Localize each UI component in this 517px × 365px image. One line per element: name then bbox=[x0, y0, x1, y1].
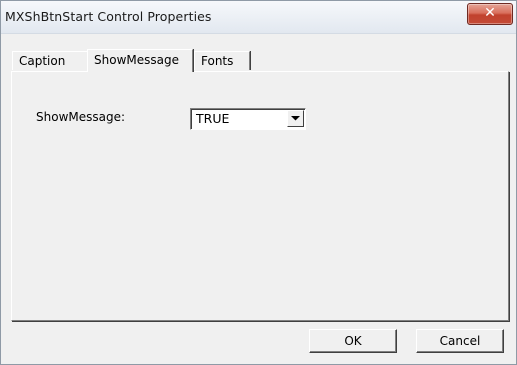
tab-panel-showmessage: ShowMessage: TRUE bbox=[11, 71, 509, 321]
close-button[interactable]: ✕ bbox=[467, 3, 513, 25]
showmessage-select[interactable]: TRUE bbox=[190, 108, 306, 130]
showmessage-label: ShowMessage: bbox=[36, 110, 126, 124]
tab-fonts-label: Fonts bbox=[201, 54, 234, 68]
showmessage-select-value: TRUE bbox=[196, 111, 230, 126]
tab-fonts[interactable]: Fonts bbox=[194, 51, 250, 70]
properties-dialog: MXShBtnStart Control Properties ✕ Captio… bbox=[0, 0, 517, 365]
cancel-button-label: Cancel bbox=[439, 334, 481, 348]
tab-showmessage[interactable]: ShowMessage bbox=[87, 49, 193, 72]
cancel-button[interactable]: Cancel bbox=[416, 329, 504, 353]
dropdown-button[interactable] bbox=[287, 110, 304, 127]
title-bar[interactable]: MXShBtnStart Control Properties ✕ bbox=[1, 1, 516, 34]
ok-button[interactable]: OK bbox=[309, 329, 397, 353]
tab-caption-label: Caption bbox=[19, 54, 66, 68]
ok-button-label: OK bbox=[344, 334, 362, 348]
close-icon: ✕ bbox=[484, 5, 496, 21]
chevron-down-icon bbox=[291, 116, 300, 121]
tab-caption[interactable]: Caption bbox=[12, 51, 90, 70]
window-title: MXShBtnStart Control Properties bbox=[5, 9, 212, 24]
tab-showmessage-label: ShowMessage bbox=[94, 53, 179, 67]
